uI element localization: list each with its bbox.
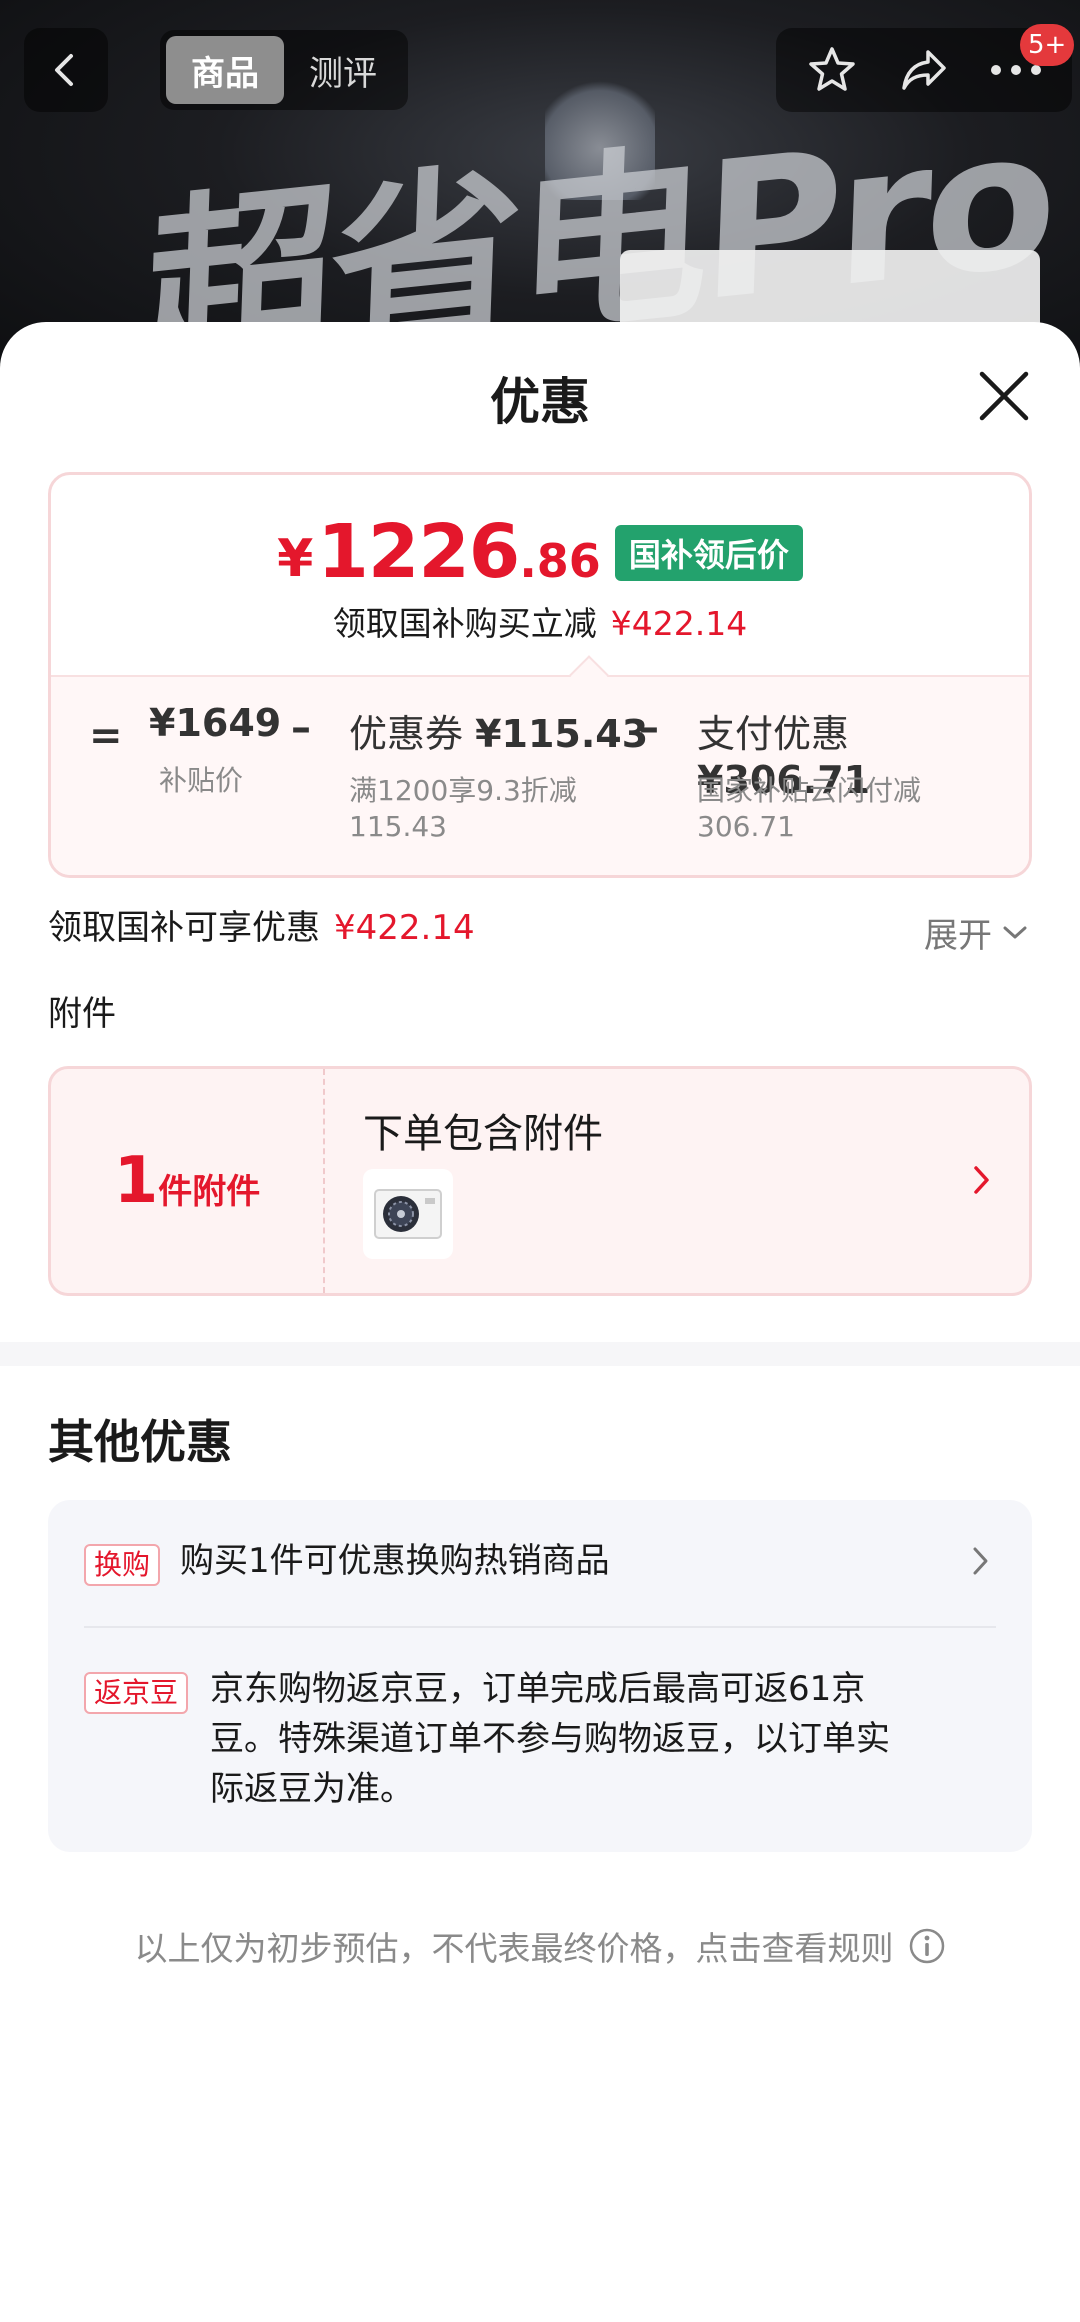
exchange-text: 购买1件可优惠换购热销商品: [180, 1541, 610, 1581]
tab-review[interactable]: 测评: [284, 36, 402, 104]
tab-product[interactable]: 商品: [166, 36, 284, 104]
price-breakdown-card: ¥ 1226 .86 国补领后价 领取国补购买立减 ¥422.14 = ¥1649…: [48, 472, 1032, 878]
accessory-card[interactable]: 1 件附件 下单包含附件: [48, 1066, 1032, 1296]
exchange-arrow: [970, 1544, 992, 1582]
payment-discount-label: 支付优惠: [697, 712, 850, 756]
equals-sign: =: [89, 713, 123, 759]
jingdou-text-line-1: 京东购物返京豆，订单完成后最高可返61京: [210, 1669, 866, 1709]
price-integer: 1226: [317, 509, 520, 595]
rules-link[interactable]: 以上仅为初步预估，不代表最终价格，点击查看规则: [0, 1922, 1080, 1970]
row-separator: [84, 1626, 996, 1628]
save-label: 领取国补购买立减: [332, 604, 597, 643]
save-amount: ¥422.14: [610, 604, 748, 643]
discount-amount: ¥422.14: [334, 908, 475, 948]
subsidy-save-line: 领取国补购买立减 ¥422.14: [51, 597, 1029, 645]
product-tabs: 商品 测评: [160, 30, 408, 110]
chevron-right-icon: [974, 1166, 989, 1194]
coupon-desc-2: 115.43: [349, 810, 447, 843]
coupon-value: 优惠券 ¥115.43: [349, 703, 648, 758]
final-price-section: ¥ 1226 .86 国补领后价 领取国补购买立减 ¥422.14: [51, 475, 1029, 675]
accessory-title: 下单包含附件: [363, 1111, 603, 1157]
price-decimal: .86: [519, 534, 601, 588]
discount-sheet: 优惠 ¥ 1226 .86 国补领后价 领取国补购买立减 ¥422.14 = ¥1…: [0, 322, 1080, 2322]
accessory-count: 1 件附件: [51, 1069, 325, 1293]
info-icon: [909, 1928, 944, 1964]
share-button[interactable]: [889, 35, 959, 105]
base-price-value: ¥1649: [149, 701, 281, 745]
close-button[interactable]: [976, 368, 1032, 424]
accessory-thumbnail: [363, 1169, 453, 1259]
sheet-title: 优惠: [490, 373, 590, 431]
section-divider: [0, 1342, 1080, 1366]
chevron-down-icon: [1003, 926, 1027, 938]
chevron-left-icon: [55, 54, 73, 86]
jingdou-text-line-2: 豆。特殊渠道订单不参与购物返豆，以订单实: [210, 1719, 890, 1759]
outdoor-unit-icon: [374, 1189, 442, 1239]
final-price-row: ¥ 1226 .86 国补领后价: [51, 513, 1029, 591]
favorite-button[interactable]: [797, 35, 867, 105]
top-nav-bar: 商品 测评 5+: [0, 24, 1080, 116]
message-badge: 5+: [1020, 24, 1075, 66]
back-button[interactable]: [24, 28, 108, 112]
expand-label: 展开: [924, 916, 992, 956]
expand-button[interactable]: 展开: [924, 908, 1028, 957]
minus-sign-2: –: [639, 705, 659, 751]
footer-note-text: 以上仅为初步预估，不代表最终价格，点击查看规则: [134, 1929, 894, 1968]
minus-sign: –: [291, 705, 311, 751]
share-icon: [902, 50, 946, 90]
accessory-count-number: 1: [113, 1144, 159, 1218]
chevron-right-icon: [973, 1547, 988, 1575]
jingdou-text-line-3: 际返豆为准。: [210, 1769, 414, 1809]
base-price-amount: ¥1649: [149, 701, 282, 745]
close-icon: [979, 371, 1029, 421]
other-discounts-card: 换购 购买1件可优惠换购热销商品 返京豆 京东购物返京豆，订单完成后最高可返61…: [48, 1500, 1032, 1852]
other-discounts-title: 其他优惠: [48, 1415, 232, 1469]
discount-label: 领取国补可享优惠: [48, 908, 320, 948]
coupon-amount: ¥115.43: [475, 712, 649, 756]
jingdou-tag: 返京豆: [84, 1672, 189, 1714]
coupon-desc-1: 满1200享9.3折减: [349, 774, 577, 807]
base-price-label: 补贴价: [159, 764, 244, 797]
discount-summary: 领取国补可享优惠 ¥422.14: [48, 900, 475, 949]
accessory-count-unit: 件附件: [158, 1171, 261, 1212]
exchange-tag: 换购: [84, 1544, 161, 1586]
accessory-arrow: [971, 1163, 993, 1201]
star-icon: [809, 47, 855, 91]
payment-desc-2: 306.71: [697, 810, 795, 843]
payment-desc-1: 国家补贴云闪付减: [697, 774, 922, 807]
gov-subsidy-price-tag: 国补领后价: [614, 525, 803, 581]
price-calculation: = ¥1649 补贴价 – 优惠券 ¥115.43 满1200享9.3折减 11…: [51, 655, 1029, 875]
accessory-section-label: 附件: [48, 994, 116, 1034]
coupon-label: 优惠券: [349, 712, 464, 756]
price-currency: ¥: [277, 529, 314, 589]
